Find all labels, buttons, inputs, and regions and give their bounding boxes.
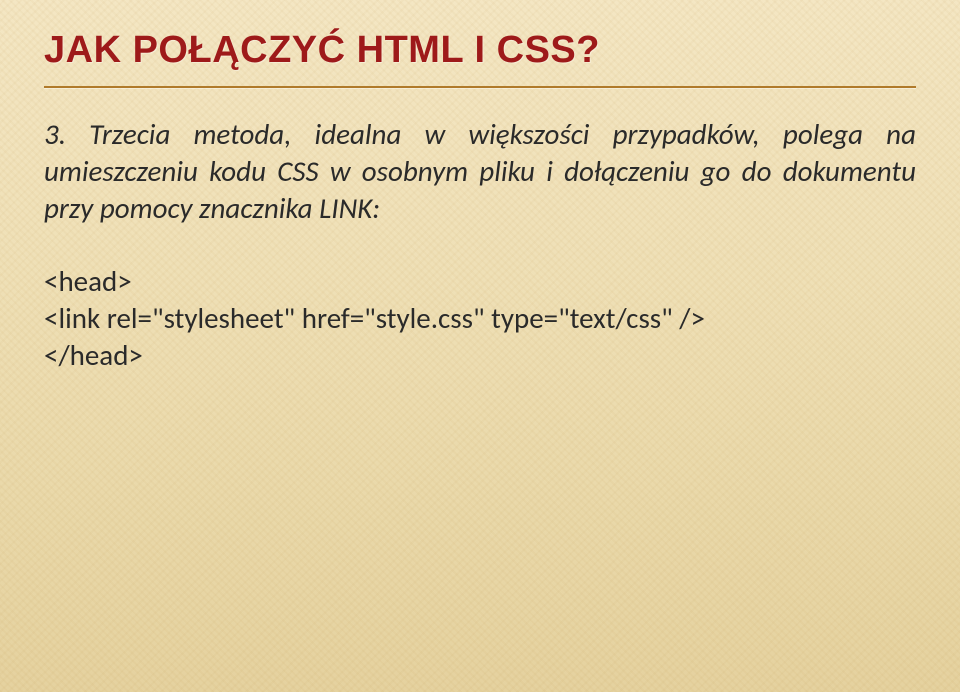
code-block: <head> <link rel="stylesheet" href="styl… bbox=[44, 263, 916, 374]
title-divider bbox=[44, 86, 916, 88]
code-line-3: </head> bbox=[44, 337, 916, 374]
description-paragraph: 3. Trzecia metoda, idealna w większości … bbox=[44, 116, 916, 227]
slide-container: JAK POŁĄCZYĆ HTML I CSS? 3. Trzecia meto… bbox=[0, 0, 960, 404]
slide-body: 3. Trzecia metoda, idealna w większości … bbox=[44, 116, 916, 375]
code-line-2: <link rel="stylesheet" href="style.css" … bbox=[44, 300, 916, 337]
slide-title: JAK POŁĄCZYĆ HTML I CSS? bbox=[44, 30, 916, 72]
code-line-1: <head> bbox=[44, 263, 916, 300]
